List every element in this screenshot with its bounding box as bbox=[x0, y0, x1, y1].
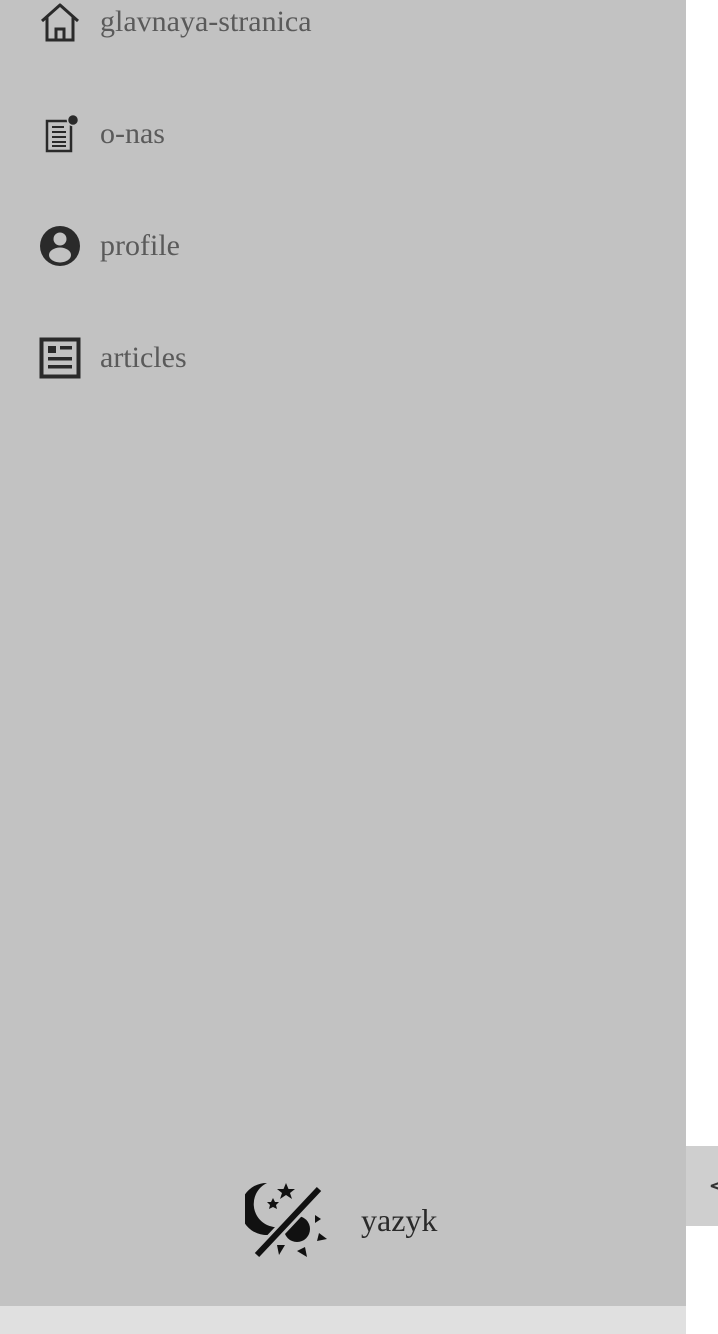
sidebar-item-label: articles bbox=[100, 341, 187, 374]
home-icon bbox=[38, 0, 82, 44]
chevron-left-icon: < bbox=[708, 1170, 718, 1202]
collapse-drawer-tab[interactable]: < bbox=[686, 1146, 718, 1226]
sidebar-item-profile[interactable]: profile bbox=[38, 222, 180, 270]
document-notification-icon bbox=[38, 112, 82, 156]
sidebar-item-glavnaya-stranica[interactable]: glavnaya-stranica bbox=[38, 0, 312, 46]
theme-toggle-button[interactable] bbox=[240, 1175, 331, 1266]
sidebar-item-label: o-nas bbox=[100, 117, 165, 150]
theme-toggle-icon bbox=[240, 1175, 331, 1266]
sidebar-item-label: glavnaya-stranica bbox=[100, 5, 312, 38]
sidebar-item-articles[interactable]: articles bbox=[38, 334, 187, 382]
bottom-controls: yazyk bbox=[240, 1175, 437, 1266]
language-button[interactable]: yazyk bbox=[361, 1202, 437, 1239]
sidebar-item-label: profile bbox=[100, 229, 180, 262]
account-circle-icon bbox=[38, 224, 82, 268]
newspaper-icon bbox=[38, 336, 82, 380]
footer-bar bbox=[0, 1306, 686, 1334]
sidebar-item-o-nas[interactable]: o-nas bbox=[38, 110, 165, 158]
navigation-drawer: glavnaya-stranica o-nas profile articles… bbox=[0, 0, 686, 1306]
